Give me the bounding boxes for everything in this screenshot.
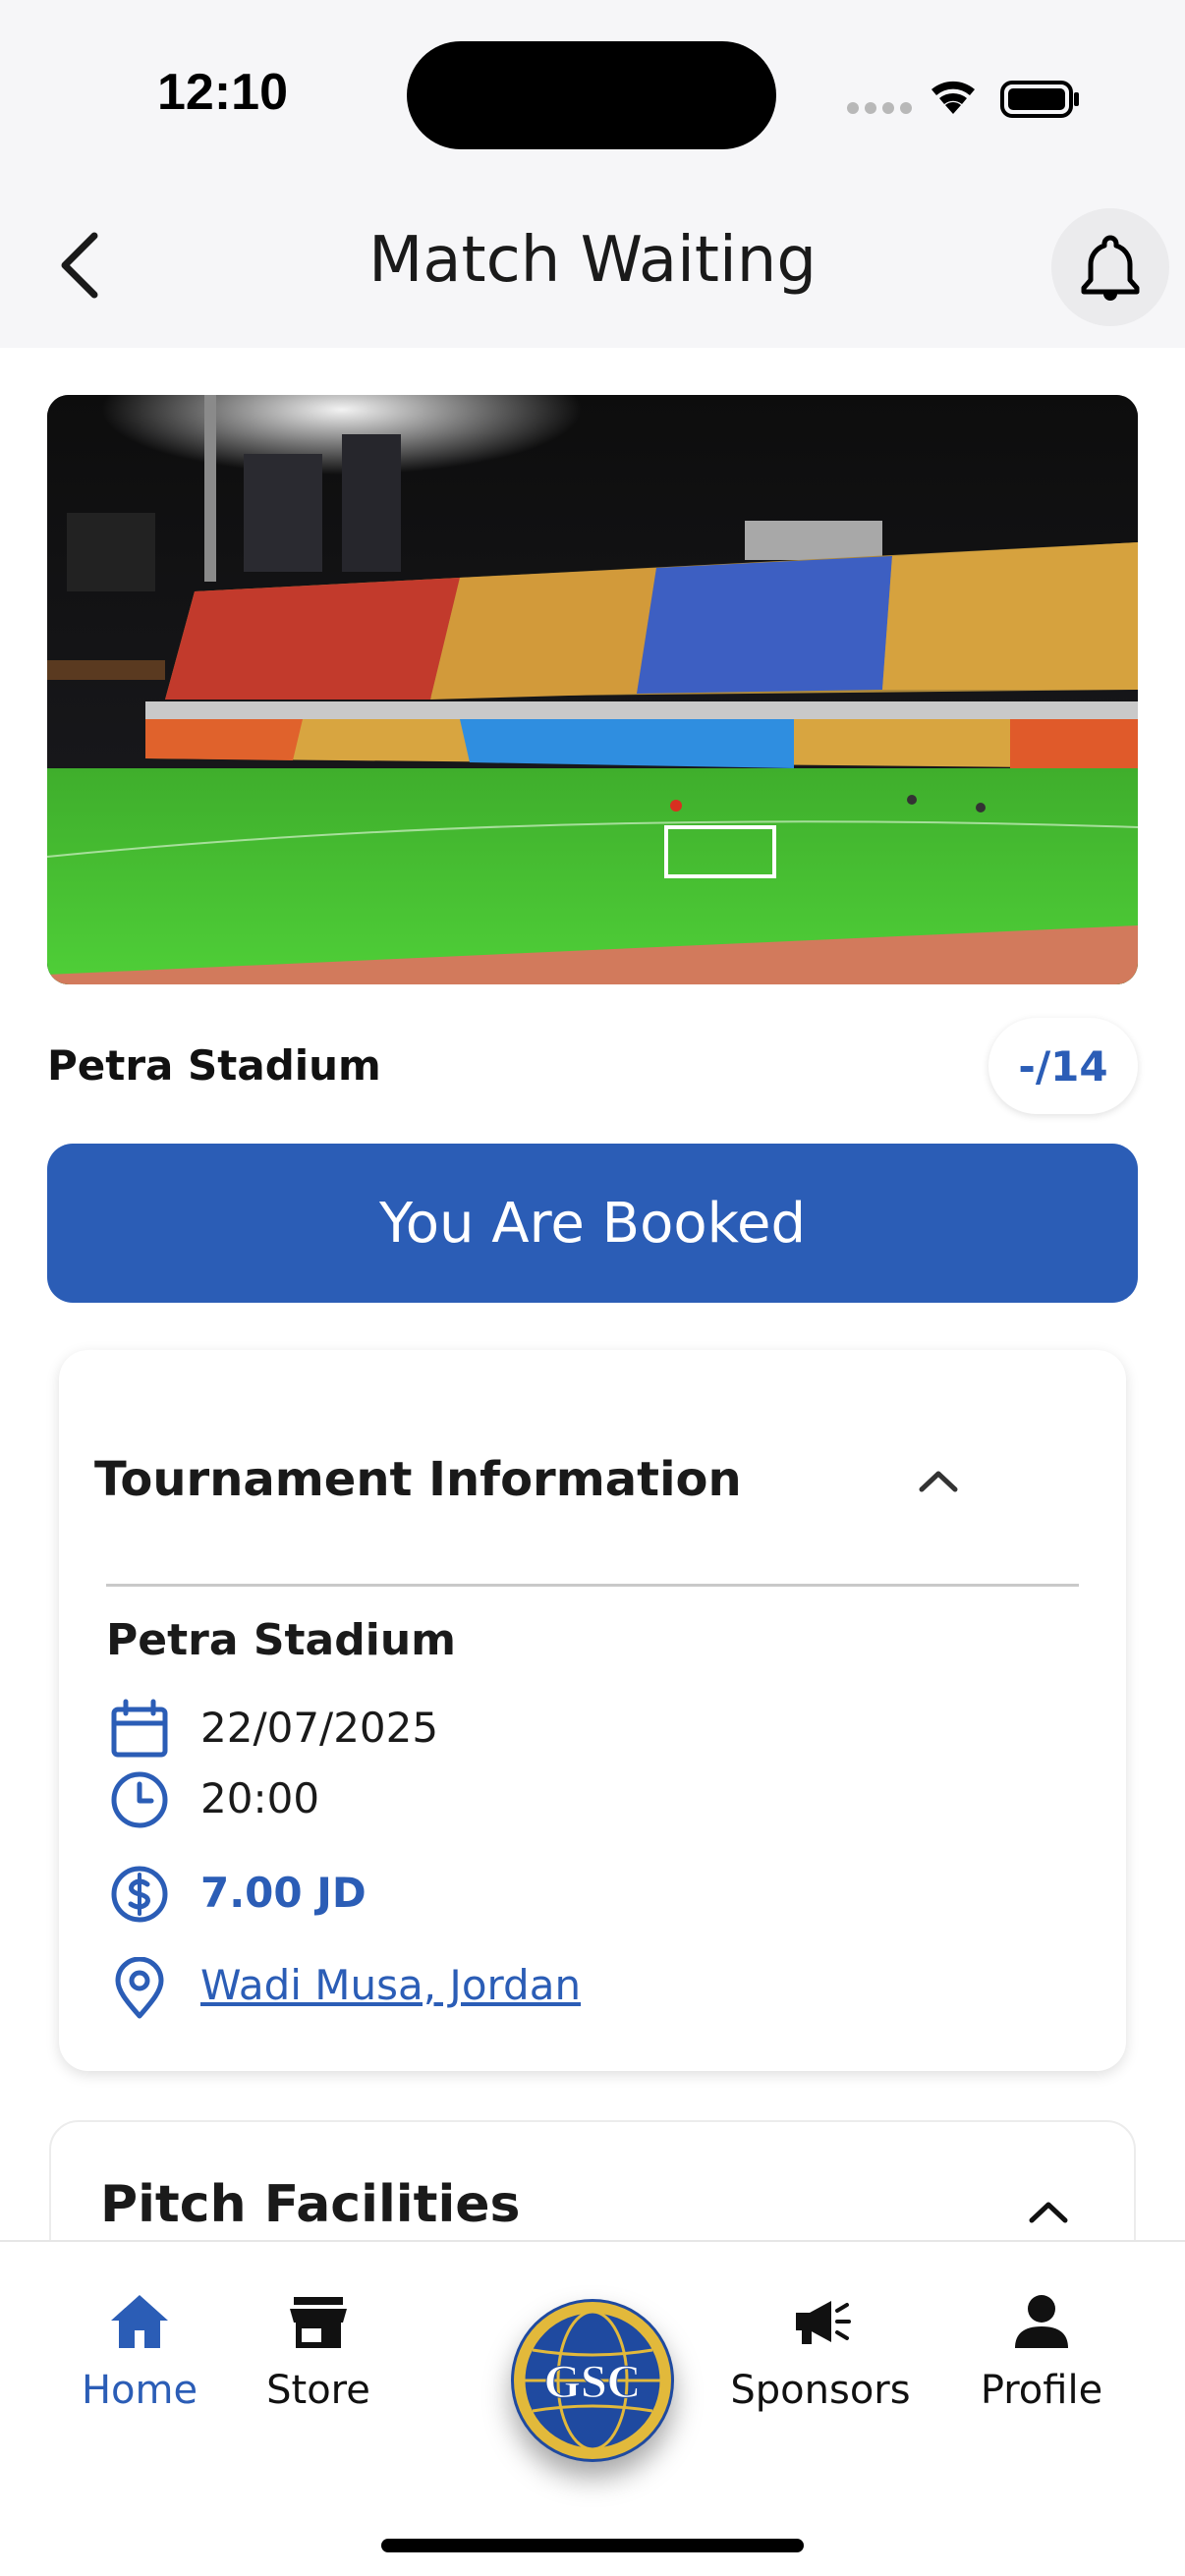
center-logo-button[interactable]: GSC xyxy=(511,2299,674,2462)
stadium-photo xyxy=(47,395,1138,984)
booking-status-button[interactable]: You Are Booked xyxy=(47,1144,1138,1303)
dynamic-island xyxy=(407,41,776,149)
wifi-icon xyxy=(931,81,975,114)
tournament-date: 22/07/2025 xyxy=(200,1704,439,1752)
nav-home[interactable]: Home xyxy=(71,2289,208,2436)
battery-icon xyxy=(1000,81,1079,118)
person-icon xyxy=(1015,2295,1068,2348)
chevron-up-icon[interactable] xyxy=(916,1466,961,1495)
location-pin-icon xyxy=(115,1957,164,2019)
tournament-location-link[interactable]: Wadi Musa, Jordan xyxy=(200,1961,581,2009)
status-time: 12:10 xyxy=(157,64,288,121)
nav-home-label: Home xyxy=(81,2368,198,2413)
globe-logo-icon: GSC xyxy=(514,2302,671,2459)
pitch-facilities-title: Pitch Facilities xyxy=(100,2175,521,2234)
nav-sponsors-label: Sponsors xyxy=(730,2368,911,2413)
tournament-price: 7.00 JD xyxy=(200,1869,367,1917)
megaphone-icon xyxy=(796,2301,851,2344)
divider xyxy=(106,1584,1079,1587)
stadium-name: Petra Stadium xyxy=(47,1041,381,1090)
nav-store-label: Store xyxy=(266,2368,370,2413)
signal-dots-icon xyxy=(847,102,912,114)
home-indicator[interactable] xyxy=(381,2539,804,2552)
dollar-icon xyxy=(111,1866,168,1923)
tournament-time: 20:00 xyxy=(200,1774,320,1822)
notifications-button[interactable] xyxy=(1051,208,1169,326)
home-icon xyxy=(111,2295,168,2348)
nav-store[interactable]: Store xyxy=(250,2289,387,2436)
status-icons xyxy=(847,81,1079,118)
store-icon xyxy=(290,2297,347,2348)
clock-icon xyxy=(111,1771,168,1828)
nav-profile[interactable]: Profile xyxy=(973,2289,1110,2436)
logo-text: GSC xyxy=(544,2356,642,2408)
bell-icon xyxy=(1081,235,1140,301)
nav-profile-label: Profile xyxy=(980,2368,1103,2413)
tournament-info-title: Tournament Information xyxy=(94,1452,742,1507)
calendar-icon xyxy=(111,1699,168,1758)
chevron-up-icon[interactable] xyxy=(1026,2197,1071,2226)
nav-sponsors[interactable]: Sponsors xyxy=(717,2289,924,2436)
player-count-badge: -/14 xyxy=(988,1018,1138,1114)
tournament-stadium-name: Petra Stadium xyxy=(106,1615,456,1665)
page-title: Match Waiting xyxy=(368,224,817,297)
